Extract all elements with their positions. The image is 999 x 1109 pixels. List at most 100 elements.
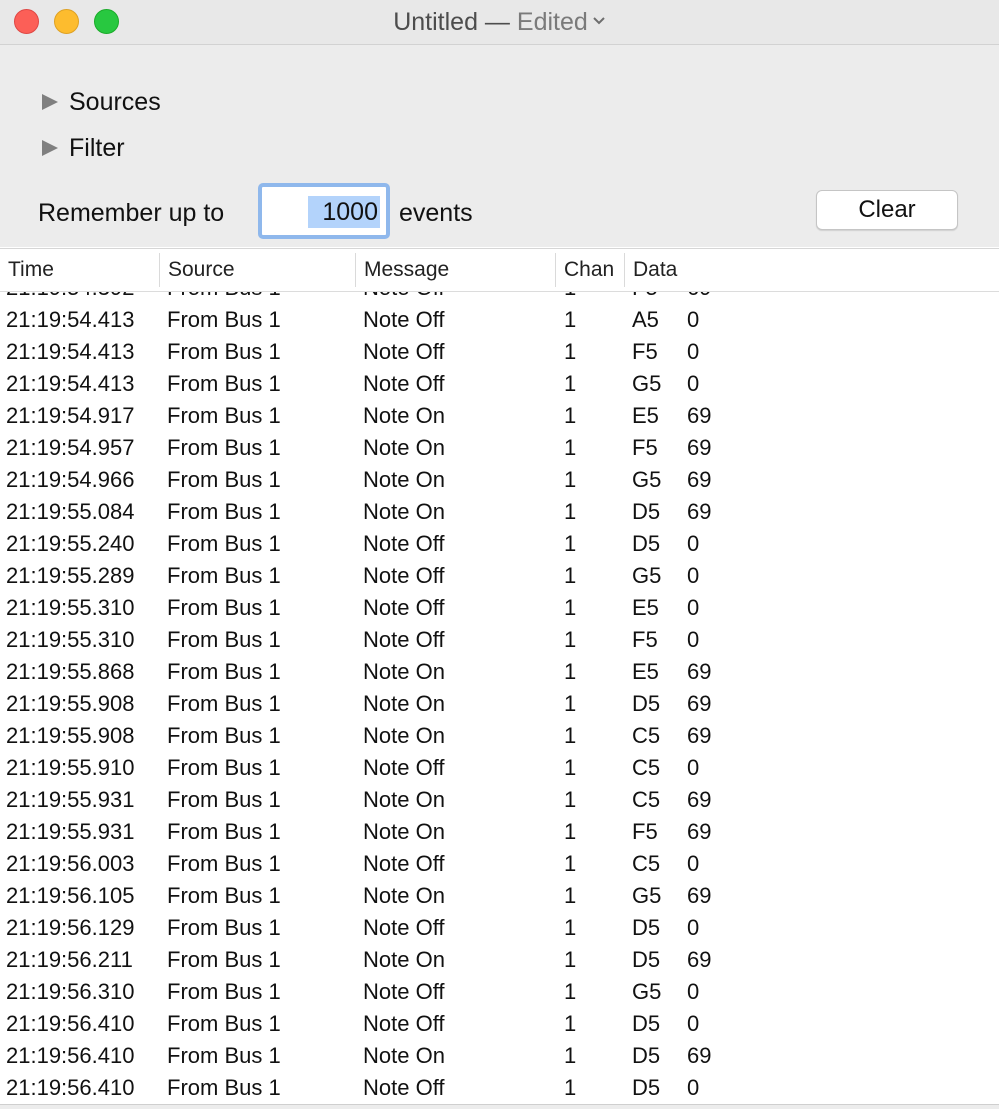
cell-message: Note On: [363, 883, 445, 908]
cell-source: From Bus 1: [167, 947, 281, 972]
table-row[interactable]: 21:19:55.931 From Bus 1 Note On 1 C5 69: [0, 784, 999, 816]
cell-time: 21:19:55.908: [6, 723, 135, 748]
cell-time: 21:19:54.966: [6, 467, 135, 492]
cell-message: Note On: [363, 947, 445, 972]
table-row[interactable]: 21:19:56.310 From Bus 1 Note Off 1 G5 0: [0, 976, 999, 1008]
cell-source: From Bus 1: [167, 627, 281, 652]
cell-source: From Bus 1: [167, 755, 281, 780]
cell-data-velocity: 0: [687, 339, 700, 364]
table-row[interactable]: 21:19:54.413 From Bus 1 Note Off 1 F5 0: [0, 336, 999, 368]
cell-time: 21:19:55.310: [6, 595, 135, 620]
table-row[interactable]: 21:19:55.310 From Bus 1 Note Off 1 E5 0: [0, 592, 999, 624]
table-row[interactable]: 21:19:55.084 From Bus 1 Note On 1 D5 69: [0, 496, 999, 528]
cell-message: Note Off: [363, 339, 445, 364]
cell-time: 21:19:56.410: [6, 1075, 135, 1100]
table-row[interactable]: 21:19:54.413 From Bus 1 Note Off 1 G5 0: [0, 368, 999, 400]
table-row[interactable]: 21:19:56.410 From Bus 1 Note Off 1 D5 0: [0, 1008, 999, 1040]
table-row[interactable]: 21:19:56.410 From Bus 1 Note On 1 D5 69: [0, 1040, 999, 1072]
cell-message: Note Off: [363, 1011, 445, 1036]
cell-channel: 1: [564, 819, 577, 844]
cell-data-velocity: 0: [687, 755, 700, 780]
disclosure-triangle-icon[interactable]: [42, 140, 58, 156]
cell-source: From Bus 1: [167, 851, 281, 876]
chevron-down-icon[interactable]: [592, 14, 606, 28]
filter-label: Filter: [69, 133, 125, 162]
cell-data-velocity: 0: [687, 595, 700, 620]
table-row[interactable]: 21:19:54.392 From Bus 1 Note Off 1 F5 69: [0, 292, 999, 304]
window-title[interactable]: Untitled — Edited: [0, 6, 999, 38]
cell-data-note: C5: [632, 755, 661, 780]
cell-time: 21:19:55.908: [6, 691, 135, 716]
table-row[interactable]: 21:19:54.957 From Bus 1 Note On 1 F5 69: [0, 432, 999, 464]
cell-data-velocity: 69: [687, 659, 712, 684]
cell-time: 21:19:55.289: [6, 563, 135, 588]
table-row[interactable]: 21:19:56.211 From Bus 1 Note On 1 D5 69: [0, 944, 999, 976]
cell-message: Note On: [363, 467, 445, 492]
table-row[interactable]: 21:19:56.003 From Bus 1 Note Off 1 C5 0: [0, 848, 999, 880]
table-row[interactable]: 21:19:55.240 From Bus 1 Note Off 1 D5 0: [0, 528, 999, 560]
column-header-source[interactable]: Source: [160, 253, 356, 287]
cell-time: 21:19:54.917: [6, 403, 135, 428]
table-row[interactable]: 21:19:56.410 From Bus 1 Note Off 1 D5 0: [0, 1072, 999, 1104]
table-row[interactable]: 21:19:54.917 From Bus 1 Note On 1 E5 69: [0, 400, 999, 432]
cell-data-note: F5: [632, 435, 658, 460]
cell-source: From Bus 1: [167, 787, 281, 812]
table-row[interactable]: 21:19:55.910 From Bus 1 Note Off 1 C5 0: [0, 752, 999, 784]
cell-data-note: D5: [632, 947, 661, 972]
cell-time: 21:19:54.957: [6, 435, 135, 460]
cell-data-note: G5: [632, 371, 662, 396]
cell-message: Note On: [363, 403, 445, 428]
column-header-time[interactable]: Time: [0, 253, 160, 287]
filter-disclosure[interactable]: Filter: [42, 132, 125, 164]
clear-button[interactable]: Clear: [816, 190, 958, 230]
cell-data-velocity: 0: [687, 1075, 700, 1100]
cell-source: From Bus 1: [167, 691, 281, 716]
cell-source: From Bus 1: [167, 915, 281, 940]
cell-data-velocity: 69: [687, 787, 712, 812]
column-header-data[interactable]: Data: [625, 249, 999, 291]
midi-monitor-window: Untitled — Edited Sources Filter Remembe…: [0, 0, 999, 1109]
cell-channel: 1: [564, 947, 577, 972]
cell-channel: 1: [564, 1043, 577, 1068]
table-row[interactable]: 21:19:54.966 From Bus 1 Note On 1 G5 69: [0, 464, 999, 496]
cell-data-note: A5: [632, 307, 659, 332]
document-name: Untitled: [393, 8, 478, 36]
cell-data-note: D5: [632, 1011, 661, 1036]
table-row[interactable]: 21:19:55.289 From Bus 1 Note Off 1 G5 0: [0, 560, 999, 592]
table-row[interactable]: 21:19:55.868 From Bus 1 Note On 1 E5 69: [0, 656, 999, 688]
table-row[interactable]: 21:19:55.931 From Bus 1 Note On 1 F5 69: [0, 816, 999, 848]
cell-channel: 1: [564, 787, 577, 812]
cell-data-velocity: 69: [687, 723, 712, 748]
column-header-chan[interactable]: Chan: [556, 253, 625, 287]
column-header-message[interactable]: Message: [356, 253, 556, 287]
event-rows: 21:19:54.392From Bus 1Note Off1F56921:19…: [0, 292, 999, 1104]
cell-data-velocity: 0: [687, 307, 700, 332]
sources-disclosure[interactable]: Sources: [42, 86, 161, 118]
table-row[interactable]: 21:19:55.310 From Bus 1 Note Off 1 F5 0: [0, 624, 999, 656]
table-row[interactable]: 21:19:56.129 From Bus 1 Note Off 1 D5 0: [0, 912, 999, 944]
cell-message: Note Off: [363, 371, 445, 396]
cell-data-note: D5: [632, 531, 661, 556]
cell-data-note: F5: [632, 627, 658, 652]
cell-data-note: F5: [632, 292, 658, 304]
cell-source: From Bus 1: [167, 1075, 281, 1100]
table-row[interactable]: 21:19:55.908 From Bus 1 Note On 1 C5 69: [0, 720, 999, 752]
disclosure-triangle-icon[interactable]: [42, 94, 58, 110]
cell-time: 21:19:55.310: [6, 627, 135, 652]
cell-data-note: C5: [632, 723, 661, 748]
event-table[interactable]: 21:19:54.392From Bus 1Note Off1F56921:19…: [0, 292, 999, 1104]
title-bar[interactable]: Untitled — Edited: [0, 0, 999, 45]
cell-channel: 1: [564, 435, 577, 460]
cell-source: From Bus 1: [167, 883, 281, 908]
cell-time: 21:19:55.868: [6, 659, 135, 684]
table-row[interactable]: 21:19:56.105 From Bus 1 Note On 1 G5 69: [0, 880, 999, 912]
cell-source: From Bus 1: [167, 1011, 281, 1036]
cell-time: 21:19:54.392: [6, 292, 134, 304]
cell-message: Note Off: [363, 292, 445, 304]
cell-message: Note Off: [363, 915, 445, 940]
cell-data-note: C5: [632, 787, 661, 812]
cell-data-note: C5: [632, 851, 661, 876]
table-row[interactable]: 21:19:54.413 From Bus 1 Note Off 1 A5 0: [0, 304, 999, 336]
event-count-selected-text[interactable]: 1000: [308, 196, 380, 228]
table-row[interactable]: 21:19:55.908 From Bus 1 Note On 1 D5 69: [0, 688, 999, 720]
